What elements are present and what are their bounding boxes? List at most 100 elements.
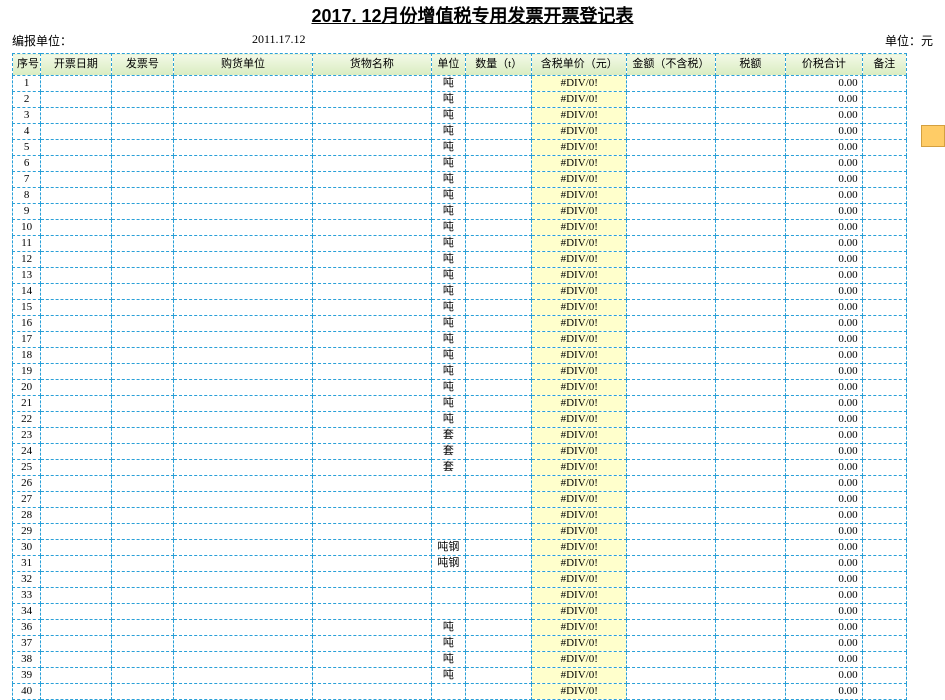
cell-price[interactable]: #DIV/0! bbox=[532, 508, 627, 524]
cell-date[interactable] bbox=[41, 412, 111, 428]
cell-inv[interactable] bbox=[111, 300, 173, 316]
cell-date[interactable] bbox=[41, 604, 111, 620]
cell-amt[interactable] bbox=[627, 572, 716, 588]
cell-unit[interactable]: 吨 bbox=[431, 348, 465, 364]
cell-buyer[interactable] bbox=[174, 204, 313, 220]
cell-total[interactable]: 0.00 bbox=[786, 604, 863, 620]
cell-inv[interactable] bbox=[111, 268, 173, 284]
cell-date[interactable] bbox=[41, 76, 111, 92]
cell-unit[interactable]: 套 bbox=[431, 444, 465, 460]
cell-amt[interactable] bbox=[627, 588, 716, 604]
cell-date[interactable] bbox=[41, 284, 111, 300]
cell-amt[interactable] bbox=[627, 444, 716, 460]
cell-goods[interactable] bbox=[312, 524, 431, 540]
cell-date[interactable] bbox=[41, 316, 111, 332]
cell-total[interactable]: 0.00 bbox=[786, 684, 863, 700]
cell-total[interactable]: 0.00 bbox=[786, 508, 863, 524]
cell-inv[interactable] bbox=[111, 220, 173, 236]
cell-tax[interactable] bbox=[715, 204, 785, 220]
cell-tax[interactable] bbox=[715, 684, 785, 700]
cell-total[interactable]: 0.00 bbox=[786, 300, 863, 316]
cell-qty[interactable] bbox=[466, 188, 532, 204]
cell-goods[interactable] bbox=[312, 252, 431, 268]
cell-price[interactable]: #DIV/0! bbox=[532, 364, 627, 380]
cell-date[interactable] bbox=[41, 572, 111, 588]
cell-goods[interactable] bbox=[312, 492, 431, 508]
cell-tax[interactable] bbox=[715, 476, 785, 492]
cell-goods[interactable] bbox=[312, 412, 431, 428]
cell-tax[interactable] bbox=[715, 220, 785, 236]
cell-unit[interactable] bbox=[431, 492, 465, 508]
cell-price[interactable]: #DIV/0! bbox=[532, 556, 627, 572]
cell-buyer[interactable] bbox=[174, 332, 313, 348]
cell-inv[interactable] bbox=[111, 252, 173, 268]
cell-seq[interactable]: 2 bbox=[13, 92, 41, 108]
cell-price[interactable]: #DIV/0! bbox=[532, 204, 627, 220]
cell-total[interactable]: 0.00 bbox=[786, 572, 863, 588]
cell-note[interactable] bbox=[862, 444, 906, 460]
cell-amt[interactable] bbox=[627, 268, 716, 284]
cell-tax[interactable] bbox=[715, 268, 785, 284]
cell-inv[interactable] bbox=[111, 652, 173, 668]
cell-unit[interactable] bbox=[431, 684, 465, 700]
cell-buyer[interactable] bbox=[174, 444, 313, 460]
cell-amt[interactable] bbox=[627, 540, 716, 556]
cell-price[interactable]: #DIV/0! bbox=[532, 156, 627, 172]
cell-note[interactable] bbox=[862, 332, 906, 348]
cell-total[interactable]: 0.00 bbox=[786, 124, 863, 140]
cell-seq[interactable]: 21 bbox=[13, 396, 41, 412]
cell-date[interactable] bbox=[41, 684, 111, 700]
cell-inv[interactable] bbox=[111, 556, 173, 572]
cell-amt[interactable] bbox=[627, 188, 716, 204]
cell-goods[interactable] bbox=[312, 684, 431, 700]
cell-unit[interactable]: 吨 bbox=[431, 156, 465, 172]
cell-inv[interactable] bbox=[111, 412, 173, 428]
cell-buyer[interactable] bbox=[174, 220, 313, 236]
cell-goods[interactable] bbox=[312, 124, 431, 140]
cell-unit[interactable]: 套 bbox=[431, 460, 465, 476]
cell-date[interactable] bbox=[41, 620, 111, 636]
cell-seq[interactable]: 6 bbox=[13, 156, 41, 172]
cell-unit[interactable]: 吨 bbox=[431, 108, 465, 124]
cell-note[interactable] bbox=[862, 572, 906, 588]
cell-note[interactable] bbox=[862, 364, 906, 380]
cell-qty[interactable] bbox=[466, 124, 532, 140]
cell-seq[interactable]: 10 bbox=[13, 220, 41, 236]
cell-goods[interactable] bbox=[312, 204, 431, 220]
cell-tax[interactable] bbox=[715, 540, 785, 556]
cell-seq[interactable]: 40 bbox=[13, 684, 41, 700]
cell-note[interactable] bbox=[862, 684, 906, 700]
cell-goods[interactable] bbox=[312, 460, 431, 476]
cell-inv[interactable] bbox=[111, 684, 173, 700]
cell-goods[interactable] bbox=[312, 620, 431, 636]
cell-buyer[interactable] bbox=[174, 396, 313, 412]
cell-price[interactable]: #DIV/0! bbox=[532, 396, 627, 412]
cell-total[interactable]: 0.00 bbox=[786, 348, 863, 364]
cell-total[interactable]: 0.00 bbox=[786, 76, 863, 92]
cell-buyer[interactable] bbox=[174, 428, 313, 444]
cell-seq[interactable]: 20 bbox=[13, 380, 41, 396]
cell-seq[interactable]: 5 bbox=[13, 140, 41, 156]
cell-unit[interactable] bbox=[431, 524, 465, 540]
cell-qty[interactable] bbox=[466, 364, 532, 380]
cell-buyer[interactable] bbox=[174, 620, 313, 636]
cell-note[interactable] bbox=[862, 188, 906, 204]
cell-price[interactable]: #DIV/0! bbox=[532, 620, 627, 636]
cell-price[interactable]: #DIV/0! bbox=[532, 540, 627, 556]
cell-unit[interactable]: 吨 bbox=[431, 188, 465, 204]
cell-price[interactable]: #DIV/0! bbox=[532, 284, 627, 300]
cell-tax[interactable] bbox=[715, 556, 785, 572]
cell-buyer[interactable] bbox=[174, 476, 313, 492]
cell-buyer[interactable] bbox=[174, 124, 313, 140]
cell-unit[interactable]: 吨 bbox=[431, 220, 465, 236]
cell-note[interactable] bbox=[862, 268, 906, 284]
cell-unit[interactable]: 吨 bbox=[431, 364, 465, 380]
cell-date[interactable] bbox=[41, 652, 111, 668]
cell-amt[interactable] bbox=[627, 332, 716, 348]
cell-date[interactable] bbox=[41, 92, 111, 108]
cell-price[interactable]: #DIV/0! bbox=[532, 220, 627, 236]
cell-qty[interactable] bbox=[466, 300, 532, 316]
cell-buyer[interactable] bbox=[174, 348, 313, 364]
cell-total[interactable]: 0.00 bbox=[786, 268, 863, 284]
cell-date[interactable] bbox=[41, 668, 111, 684]
